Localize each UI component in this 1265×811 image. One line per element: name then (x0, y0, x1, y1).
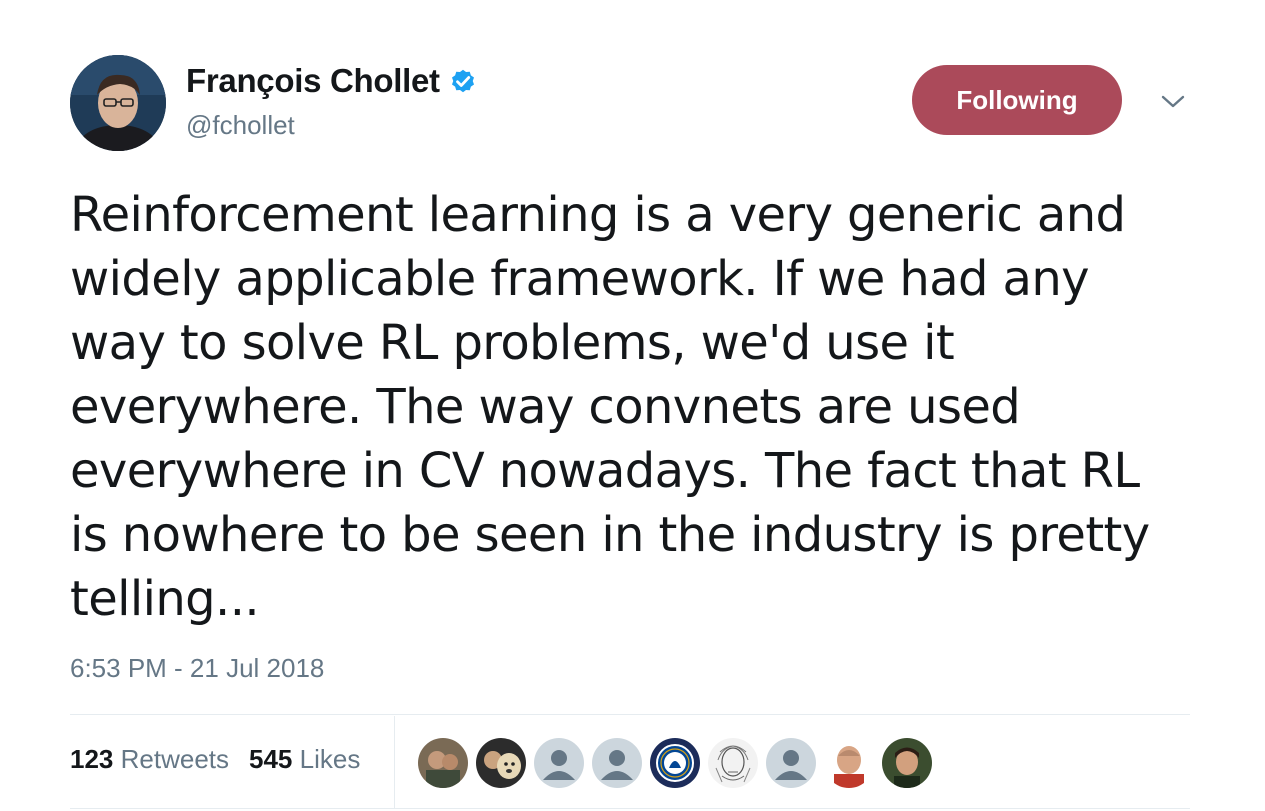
tweet-stats: 123 Retweets 545 Likes (70, 744, 360, 775)
sketch-portrait-icon (708, 738, 758, 788)
dog-photo-icon (476, 738, 526, 788)
user-photo-icon (824, 738, 874, 788)
likes-label: Likes (299, 744, 361, 774)
likes-count: 545 (249, 744, 293, 774)
author-name-row: François Chollet (186, 62, 478, 100)
liker-avatar[interactable] (708, 738, 758, 788)
retweets-count: 123 (70, 744, 114, 774)
chevron-down-icon (1160, 94, 1186, 115)
liker-avatar[interactable] (766, 738, 816, 788)
default-avatar-icon (534, 738, 584, 788)
divider (70, 714, 1190, 715)
likes-stat[interactable]: 545 Likes (249, 744, 360, 775)
stats-divider (394, 716, 395, 808)
following-button[interactable]: Following (912, 65, 1122, 135)
default-avatar-icon (592, 738, 642, 788)
author-handle[interactable]: @fchollet (186, 110, 295, 141)
retweets-label: Retweets (120, 744, 230, 774)
author-avatar[interactable] (70, 55, 166, 151)
divider (70, 808, 1190, 809)
verified-badge-icon (448, 66, 478, 96)
user-photo-icon (418, 738, 468, 788)
more-options-button[interactable] (1156, 90, 1190, 118)
liker-avatar[interactable] (592, 738, 642, 788)
default-avatar-icon (766, 738, 816, 788)
liker-avatar[interactable] (418, 738, 468, 788)
author-name[interactable]: François Chollet (186, 62, 440, 100)
liker-avatar[interactable] (882, 738, 932, 788)
user-photo-icon (882, 738, 932, 788)
liker-avatar[interactable] (650, 738, 700, 788)
tweet-timestamp[interactable]: 6:53 PM - 21 Jul 2018 (70, 653, 324, 684)
liker-avatar[interactable] (824, 738, 874, 788)
retweets-stat[interactable]: 123 Retweets (70, 744, 229, 775)
tweet-card: François Chollet @fchollet Following Rei… (0, 0, 1265, 811)
liker-avatar[interactable] (534, 738, 584, 788)
tweet-text: Reinforcement learning is a very generic… (70, 187, 1150, 627)
liker-avatars (418, 738, 932, 788)
liker-avatar[interactable] (476, 738, 526, 788)
chelsea-crest-icon (650, 738, 700, 788)
